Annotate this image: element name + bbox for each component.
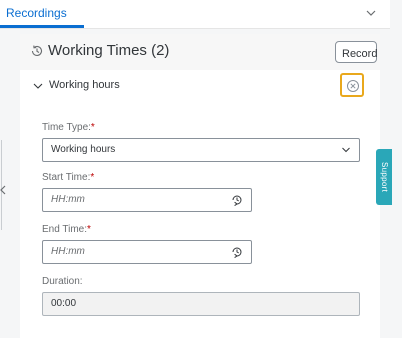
card-title: Working Times (2) [48, 42, 170, 59]
required-marker: * [90, 172, 95, 183]
time-icon[interactable] [231, 194, 243, 206]
tab-bar: Recordings [0, 0, 390, 29]
working-hours-section-header[interactable]: Working hours [20, 70, 380, 102]
close-circle-icon [347, 80, 359, 92]
chevron-down-icon[interactable] [32, 80, 44, 92]
history-icon [31, 45, 43, 56]
duration-value: 00:00 [51, 298, 77, 309]
end-time-input[interactable]: HH:mm [42, 240, 252, 264]
chevron-down-icon[interactable] [364, 6, 378, 20]
record-button[interactable]: Record [335, 41, 377, 63]
duration-label: Duration: [42, 276, 83, 287]
duration-field: 00:00 [42, 292, 360, 316]
end-time-placeholder: HH:mm [51, 246, 85, 257]
time-icon[interactable] [231, 246, 243, 258]
active-tab-indicator [0, 25, 84, 28]
support-label: Support [380, 161, 389, 193]
time-type-label: Time Type:* [42, 122, 95, 133]
required-marker: * [87, 224, 91, 235]
chevron-down-icon [342, 147, 350, 153]
start-time-label: Start Time:* [42, 172, 95, 183]
card-header: Working Times (2) Record [20, 34, 380, 70]
section-title: Working hours [49, 79, 120, 91]
working-times-card: Working Times (2) Record Working hours T… [20, 34, 380, 338]
required-marker: * [90, 122, 95, 133]
end-time-label: End Time:* [42, 224, 91, 235]
remove-entry-button[interactable] [340, 73, 364, 97]
start-time-input[interactable]: HH:mm [42, 188, 252, 212]
support-tab[interactable]: Support [376, 149, 392, 205]
working-hours-form: Time Type:* Working hours Start Time:* H… [20, 102, 380, 338]
time-type-select[interactable]: Working hours [42, 138, 360, 162]
time-type-value: Working hours [51, 144, 116, 155]
tab-recordings[interactable]: Recordings [6, 6, 67, 20]
chevron-left-icon[interactable] [0, 185, 6, 195]
start-time-placeholder: HH:mm [51, 194, 85, 205]
